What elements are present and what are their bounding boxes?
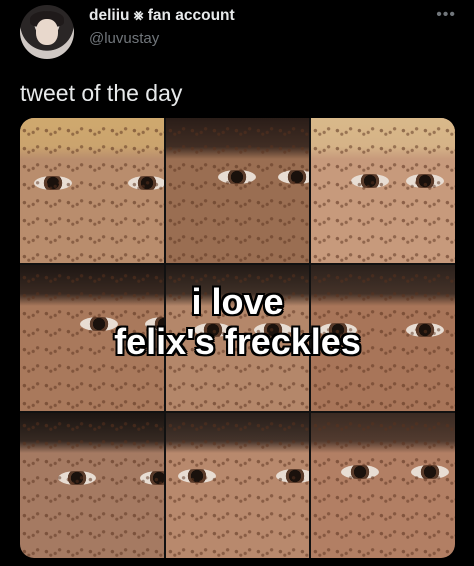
photo-freckles: [20, 412, 164, 558]
more-icon[interactable]: •••: [436, 6, 456, 24]
collage-photo: [311, 412, 455, 558]
avatar-face: [36, 19, 58, 45]
avatar[interactable]: [20, 5, 74, 59]
collage-photo: [165, 412, 310, 558]
photo-freckles: [311, 412, 455, 558]
user-handle[interactable]: @luvustay: [89, 30, 159, 47]
display-name[interactable]: deliiu ⨳ fan account: [89, 7, 235, 25]
image-caption: i love felix's freckles: [20, 282, 455, 362]
collage-photo: [20, 118, 164, 264]
caption-line-1: i love: [191, 281, 284, 322]
collage-photo: [20, 412, 164, 558]
caption-line-2: felix's freckles: [114, 321, 361, 362]
collage-photo: [165, 118, 310, 264]
photo-freckles: [20, 118, 164, 264]
photo-freckles: [311, 118, 455, 264]
photo-freckles: [165, 118, 310, 264]
tweet-text: tweet of the day: [20, 80, 183, 106]
photo-freckles: [165, 412, 310, 558]
collage-photo: [311, 118, 455, 264]
